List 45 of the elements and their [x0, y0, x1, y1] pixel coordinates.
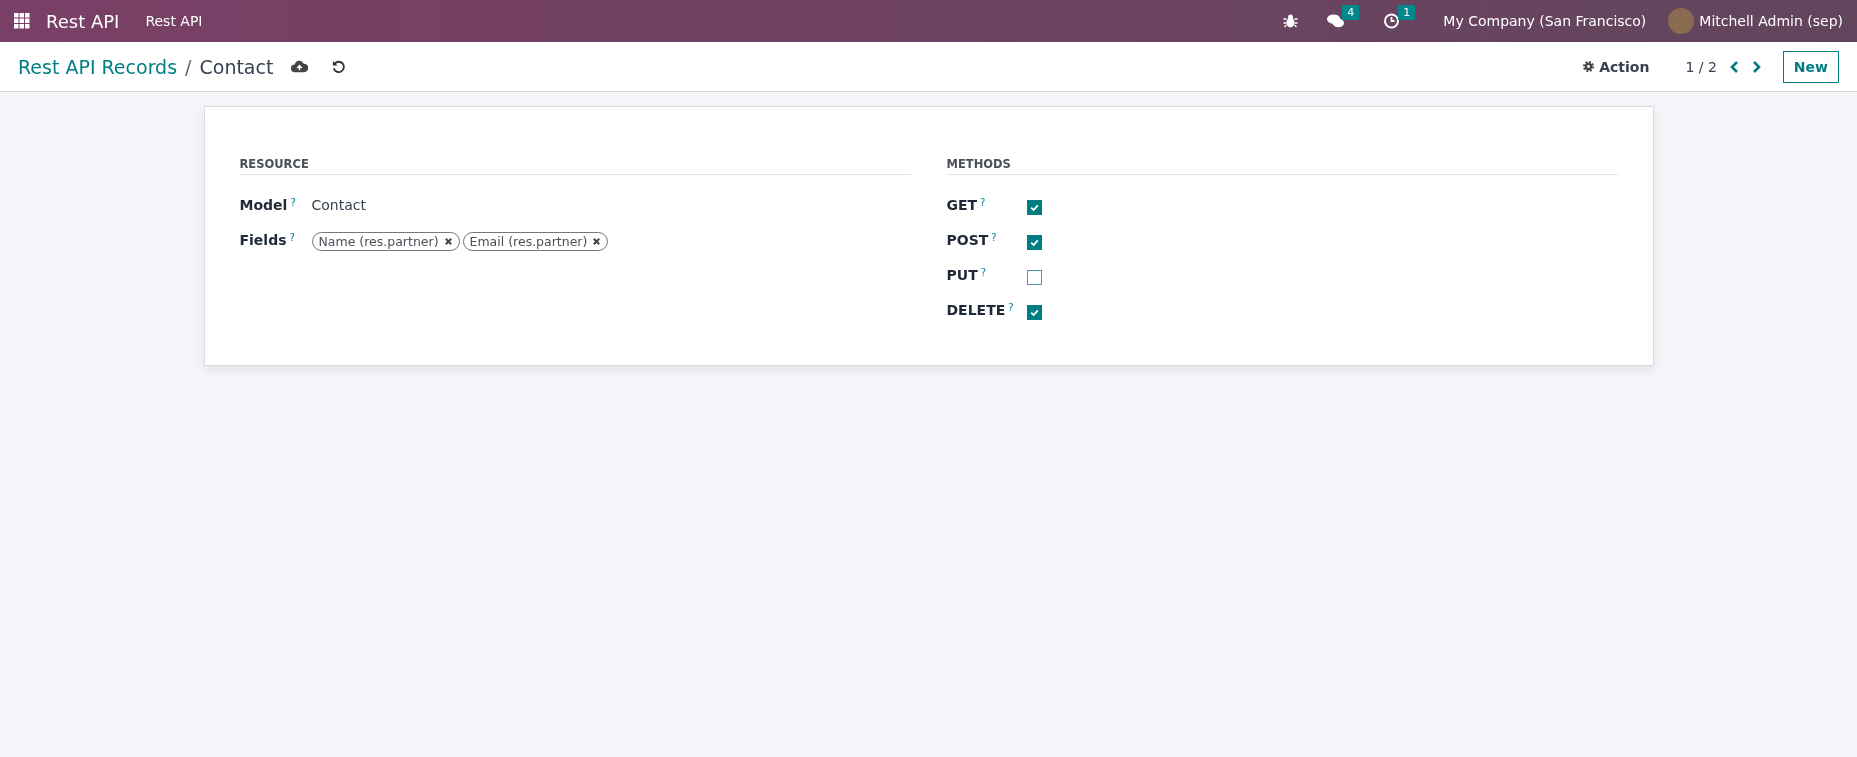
checkbox[interactable] [1026, 235, 1042, 250]
previous-icon[interactable] [1728, 59, 1739, 74]
checkbox[interactable] [1026, 200, 1042, 215]
field-label: GET [946, 197, 978, 213]
menu-item[interactable]: Rest API [145, 13, 203, 29]
cloud-upload-icon[interactable] [291, 59, 309, 74]
check-icon [1028, 202, 1040, 213]
clock-icon[interactable] [1383, 13, 1401, 29]
action-button[interactable]: Action [1576, 57, 1656, 76]
remove-icon[interactable] [592, 237, 602, 246]
help-tooltip[interactable]: ? [289, 232, 304, 243]
chat-icon[interactable] [1327, 13, 1345, 29]
checkbox[interactable] [1026, 270, 1042, 285]
app-name[interactable]: Rest API [46, 10, 120, 32]
pager-value[interactable]: 1 / 2 [1685, 58, 1717, 75]
field-label: POST [946, 232, 989, 248]
user-menu[interactable]: Mitchell Admin (sep) [1699, 13, 1843, 29]
next-icon[interactable] [1751, 59, 1762, 74]
help-tooltip[interactable]: ? [980, 197, 995, 208]
section-heading: METHODS [946, 157, 1618, 175]
field-label: DELETE [946, 302, 1006, 318]
field-label: PUT [946, 267, 978, 283]
checkbox[interactable] [1026, 305, 1042, 320]
undo-icon[interactable] [330, 59, 348, 74]
breadcrumb-separator: / [185, 55, 192, 78]
field-value[interactable]: Contact [311, 197, 366, 213]
check-icon [1028, 307, 1040, 318]
new-button[interactable]: New [1782, 50, 1839, 83]
help-tooltip[interactable]: ? [290, 197, 305, 208]
bug-icon[interactable] [1282, 13, 1300, 29]
remove-icon[interactable] [443, 237, 453, 246]
help-tooltip[interactable]: ? [980, 267, 995, 278]
section-heading: RESOURCE [239, 157, 911, 175]
company-switcher[interactable]: My Company (San Francisco) [1443, 13, 1647, 29]
help-tooltip[interactable]: ? [1008, 302, 1023, 313]
breadcrumb-link[interactable]: Rest API Records [18, 55, 178, 78]
record-title: Contact [199, 55, 274, 78]
check-icon [1028, 237, 1040, 248]
field-label: Model [239, 197, 288, 213]
activity-count-badge: 1 [1398, 5, 1416, 20]
field-label: Fields [239, 232, 287, 248]
message-count-badge: 4 [1342, 5, 1360, 20]
help-tooltip[interactable]: ? [991, 232, 1006, 243]
apps-grid-icon[interactable] [14, 13, 30, 29]
gear-icon [1582, 60, 1596, 73]
